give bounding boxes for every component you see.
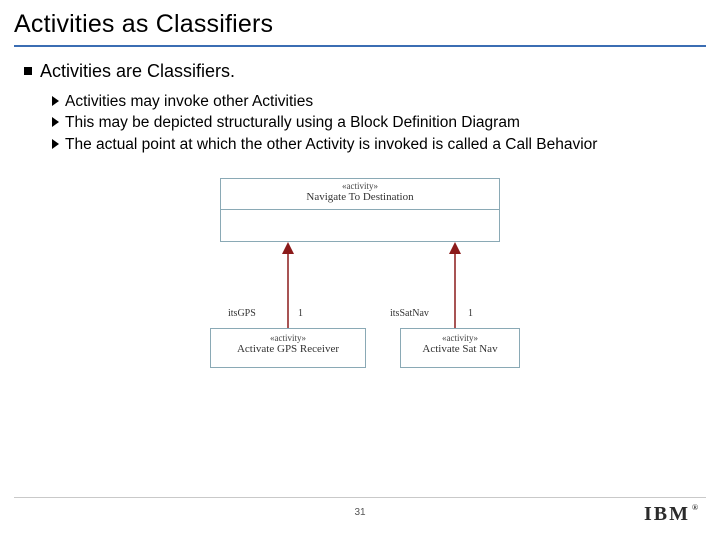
bullet-row: This may be depicted structurally using … — [52, 113, 696, 132]
content-area: Activities are Classifiers. Activities m… — [0, 47, 720, 378]
title-block: Activities as Classifiers — [0, 0, 720, 41]
mult-label-left: 1 — [298, 308, 303, 319]
role-label-right: itsSatNav — [390, 308, 429, 319]
heading-text: Activities are Classifiers. — [40, 61, 235, 82]
registered-icon: ® — [692, 503, 698, 512]
triangle-bullet-icon — [52, 96, 59, 106]
role-label-left: itsGPS — [228, 308, 256, 319]
bullet-text: Activities may invoke other Activities — [65, 92, 313, 111]
square-bullet-icon — [24, 67, 32, 75]
diagram-wrap: «activity» Navigate To Destination «acti… — [24, 178, 696, 378]
slide: Activities as Classifiers Activities are… — [0, 0, 720, 540]
footer-rule — [14, 497, 706, 498]
bullet-text: This may be depicted structurally using … — [65, 113, 520, 132]
slide-title: Activities as Classifiers — [14, 10, 706, 39]
triangle-bullet-icon — [52, 117, 59, 127]
ibm-logo: IBM® — [644, 503, 698, 526]
triangle-bullet-icon — [52, 139, 59, 149]
bullet-text: The actual point at which the other Acti… — [65, 135, 597, 154]
connector-lines — [190, 178, 530, 378]
bullet-row: The actual point at which the other Acti… — [52, 135, 696, 154]
sub-bullets: Activities may invoke other Activities T… — [24, 92, 696, 154]
heading-row: Activities are Classifiers. — [24, 61, 696, 82]
mult-label-right: 1 — [468, 308, 473, 319]
page-number: 31 — [0, 507, 720, 518]
bdd-diagram: «activity» Navigate To Destination «acti… — [190, 178, 530, 378]
bullet-row: Activities may invoke other Activities — [52, 92, 696, 111]
heading-span: Activities are Classifiers. — [40, 61, 235, 81]
logo-text: IBM — [644, 503, 690, 525]
